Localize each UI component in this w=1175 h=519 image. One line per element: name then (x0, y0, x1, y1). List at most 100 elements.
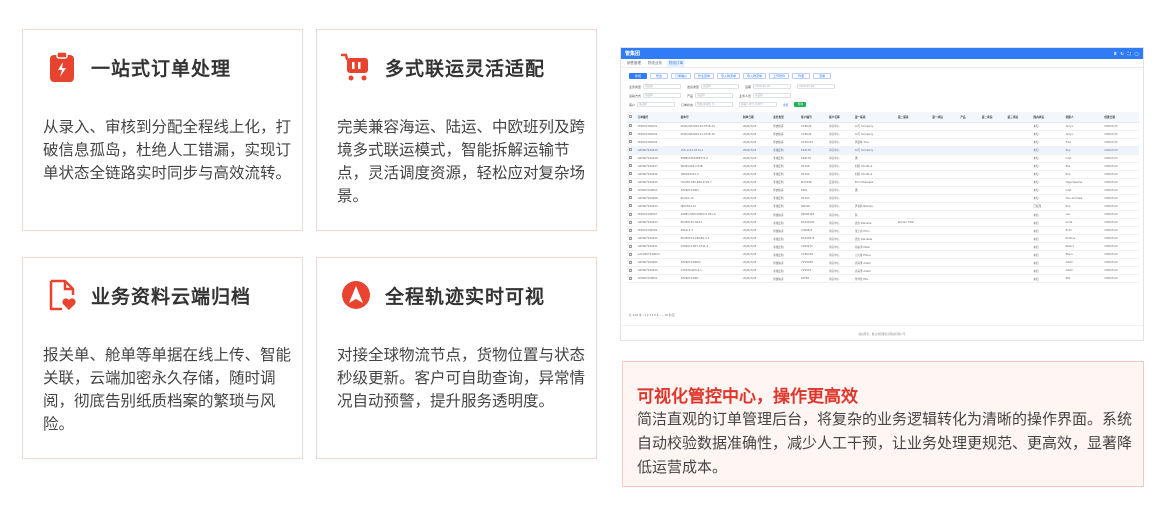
filter-input[interactable]: 请选择 (695, 93, 734, 98)
filter-input[interactable]: 请选择 (643, 93, 682, 98)
row-select-cell[interactable] (627, 274, 636, 284)
table-row[interactable]: GP2607240016 YN6D42501-3 2026/7/24 专线定制 RC10… (627, 170, 1139, 179)
column-header[interactable]: 订单编号 (635, 112, 679, 123)
toolbar-button[interactable]: 上传附件 (769, 73, 790, 79)
column-header[interactable]: 第三承运 (1005, 112, 1032, 123)
checkbox[interactable] (629, 140, 632, 144)
row-select-cell[interactable] (627, 210, 636, 220)
row-select-cell[interactable] (627, 234, 636, 244)
column-header[interactable]: 客户名称 (827, 112, 853, 123)
table-row[interactable]: TZ2607240003 TZ260724003 2026/7/24 传统快递 K4P1… (627, 186, 1139, 195)
checkbox[interactable] (629, 164, 632, 168)
checkbox[interactable] (629, 268, 632, 272)
row-select-cell[interactable] (627, 146, 636, 155)
breadcrumb-item[interactable]: 销售管理 (625, 60, 643, 67)
column-header[interactable]: 第二承运 (979, 112, 1006, 123)
toolbar-button[interactable]: 新增 (629, 73, 647, 79)
table-row[interactable]: GP2607240018 988807261688722-0 2026/7/24 专线… (627, 154, 1139, 163)
reset-button[interactable]: 重置 (783, 103, 788, 107)
breadcrumb-item[interactable]: 物流业务 (646, 60, 664, 67)
select-all-header[interactable] (627, 112, 636, 123)
table-row[interactable]: GP2607240010 C2S076-003-0-1 2026/7/24 专线定制 C… (627, 266, 1139, 276)
row-select-cell[interactable] (627, 162, 636, 171)
column-header[interactable]: 业务类型 (771, 112, 800, 123)
checkbox[interactable] (629, 148, 632, 152)
column-header[interactable]: 第一承运 (930, 112, 959, 123)
checkbox[interactable] (629, 276, 632, 280)
checkbox[interactable] (629, 172, 632, 176)
checkbox[interactable] (629, 196, 632, 200)
checkbox[interactable] (629, 252, 632, 256)
table-row[interactable]: TP2607240007 A0685-HWC32807/2-001-4 2026/7… (627, 210, 1139, 220)
column-header[interactable]: 创建日期 (1102, 112, 1139, 123)
filter-input[interactable]: 2026-07-26 (753, 84, 792, 89)
row-select-cell[interactable] (627, 154, 636, 163)
toolbar-button[interactable]: 查看 (813, 73, 832, 79)
checkbox[interactable] (629, 228, 632, 232)
column-header[interactable]: 第二联系 (895, 112, 931, 123)
checkbox[interactable] (629, 114, 632, 118)
table-row[interactable]: TP2607250002 KLWC/A6226/121-0726-30 2026/7… (627, 130, 1139, 139)
table-row[interactable]: TZ2607240001 TZ260724001 2026/7/24 传统快递 KCF6… (627, 274, 1139, 284)
topbar-tool-icon[interactable]: ↻ (1120, 51, 1123, 56)
row-select-cell[interactable] (627, 226, 636, 236)
checkbox[interactable] (629, 220, 632, 224)
topbar-tool-icon[interactable]: ⛶ (1128, 51, 1131, 56)
checkbox[interactable] (629, 212, 632, 216)
table-row[interactable]: TP2607250003 2026/7/25 传统快递 C27D232 海宜中心 风语林 … (627, 138, 1139, 147)
table-row[interactable]: AAC2607240003 2026/7/24 专线定制 C24D146 海宜中心 元灯康… (627, 250, 1139, 260)
checkbox[interactable] (629, 132, 632, 136)
table-row[interactable]: GP2607240008 RC2G1-10 2026/7/24 专线定制 RC103 海宜… (627, 194, 1139, 203)
filter-input[interactable]: 请选择 (643, 84, 682, 89)
row-select-cell[interactable] (627, 186, 636, 195)
checkbox[interactable] (629, 180, 632, 184)
row-select-cell[interactable] (627, 242, 636, 252)
toolbar-button[interactable]: 导入物流单 (717, 73, 741, 79)
toolbar-button[interactable]: 订单确认 (671, 73, 692, 79)
row-select-cell[interactable] (627, 170, 636, 179)
column-header[interactable]: 制单日期 (740, 112, 772, 123)
filter-input[interactable]: 请选择 (753, 93, 792, 98)
row-select-cell[interactable] (627, 202, 636, 212)
checkbox[interactable] (629, 124, 632, 128)
filter-input[interactable]: 请选择 (637, 102, 676, 107)
filter-input[interactable]: 2026-07-26 (797, 84, 836, 89)
table-row[interactable]: TP2607250001 KLWC/A6226/120-0726-24 2026/7… (627, 122, 1139, 131)
column-header[interactable]: 提单号 (678, 112, 741, 123)
row-select-cell[interactable] (627, 266, 636, 276)
table-row[interactable]: GP2607240014 NJ6C3S4-12 2026/7/24 专线定制 RAD18… (627, 202, 1139, 212)
checkbox[interactable] (629, 244, 632, 248)
toolbar-button[interactable]: 作业回单 (694, 73, 715, 79)
pagination[interactable]: 共 1/24 条 ‹ 1 2 3 4 5 6 ... › 10 条/页 (629, 313, 675, 317)
row-select-cell[interactable] (627, 194, 636, 203)
toolbar-button[interactable]: 导入物流单 (743, 73, 767, 79)
column-header[interactable]: 第一联系 (852, 112, 896, 123)
table-row[interactable]: GP2607240011 C260271-BF7-0721-2 2026/7/24 专… (627, 242, 1139, 252)
query-button[interactable]: 查询 (794, 102, 807, 107)
checkbox[interactable] (629, 188, 632, 192)
table-row[interactable]: GP2607240012 RC240574-496/59-3-1 2026/7/24… (627, 234, 1139, 244)
column-header[interactable]: 创建人 (1063, 112, 1103, 123)
row-select-cell[interactable] (627, 250, 636, 260)
checkbox[interactable] (629, 204, 632, 208)
row-select-cell[interactable] (627, 138, 636, 147)
breadcrumb-item[interactable]: 物流订单 (667, 59, 685, 67)
filter-input[interactable]: 请选择 (701, 84, 740, 89)
table-row[interactable]: GP2607240019 155-1131-0724-1 2026/7/24 专线定制… (627, 146, 1139, 155)
topbar-tool-icon[interactable]: ◯ (1135, 51, 1139, 56)
topbar-tool-icon[interactable]: ⌗ (1114, 51, 1116, 56)
filter-input[interactable]: 请输入单号,订单号 (739, 102, 778, 107)
toolbar-button[interactable]: 修改 (650, 73, 668, 79)
row-select-cell[interactable] (627, 130, 636, 139)
checkbox[interactable] (629, 260, 632, 264)
toolbar-button[interactable]: 作废 (792, 73, 811, 79)
row-select-cell[interactable] (627, 178, 636, 187)
filter-input[interactable]: 所属,未审核,已... (695, 102, 734, 107)
column-header[interactable]: 客户编号 (799, 112, 827, 123)
table-row[interactable]: GP2607240002 TZ2607240002 2026/7/24 传统快递 C2V… (627, 258, 1139, 268)
checkbox[interactable] (629, 156, 632, 160)
table-row[interactable]: GP2607240017 PN4452A6-A-P4B 2026/7/24 专线定制 R… (627, 162, 1139, 171)
table-row[interactable]: GP2607240013 RC240197-004-1 2026/7/24 专线定制 R… (627, 218, 1139, 228)
row-select-cell[interactable] (627, 122, 636, 131)
row-select-cell[interactable] (627, 258, 636, 268)
